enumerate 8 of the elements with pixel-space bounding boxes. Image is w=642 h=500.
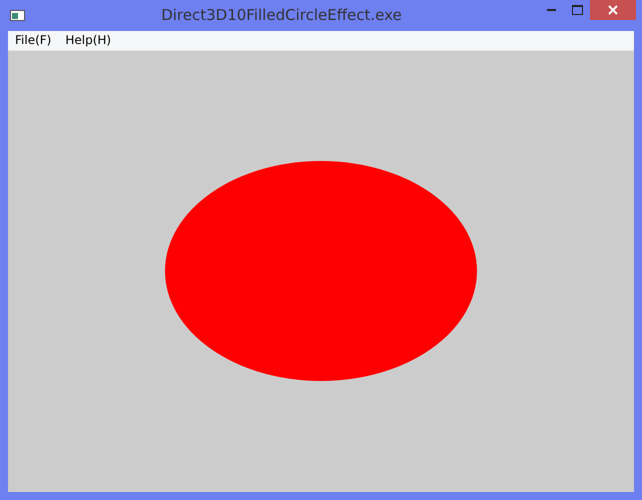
minimize-icon xyxy=(546,9,556,11)
menu-item[interactable]: File(F) xyxy=(8,31,58,50)
close-icon xyxy=(608,5,618,15)
menu-item[interactable]: Help(H) xyxy=(58,31,118,50)
close-button[interactable] xyxy=(590,0,636,20)
window-title: Direct3D10FilledCircleEffect.exe xyxy=(161,6,402,24)
app-icon xyxy=(10,10,25,21)
maximize-icon xyxy=(572,5,582,15)
